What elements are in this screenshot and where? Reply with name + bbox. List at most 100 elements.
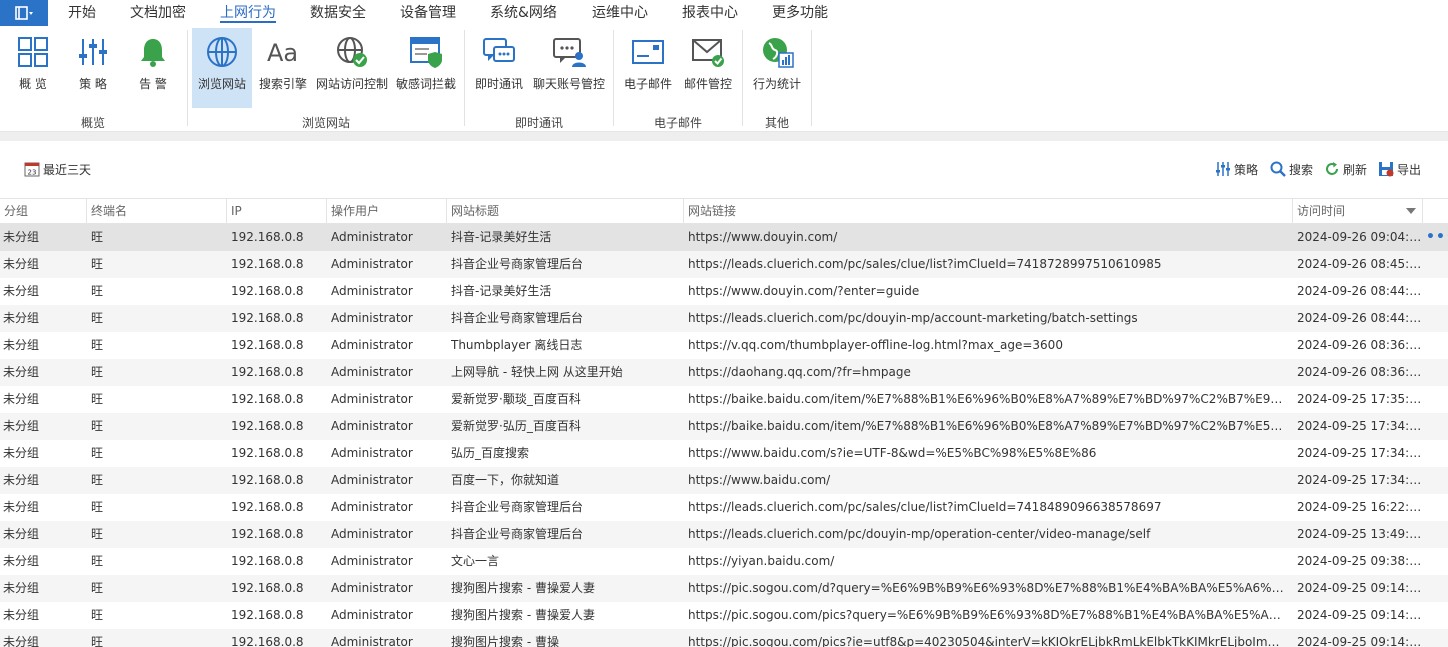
table-row[interactable]: 未分组 旺 192.168.0.8 Administrator 文心一言 https://… — [0, 548, 1448, 575]
table-row[interactable]: 未分组 旺 192.168.0.8 Administrator 抖音企业号商家管理后台 h… — [0, 494, 1448, 521]
cell-terminal: 旺 — [91, 527, 104, 541]
cell-visit-time: 2024-09-25 17:34:17 — [1297, 419, 1422, 433]
table-row[interactable]: 未分组 旺 192.168.0.8 Administrator 爱新觉罗·弘历_百度百科… — [0, 413, 1448, 440]
column-header-site-title[interactable]: 网站标题 — [447, 199, 684, 223]
sliders-icon — [73, 32, 113, 72]
date-range-selector[interactable]: 23 最近三天 — [24, 161, 91, 177]
cell-visit-time: 2024-09-25 17:35:19 — [1297, 392, 1422, 406]
email-button[interactable]: 电子邮件 — [620, 28, 676, 108]
cell-terminal: 旺 — [91, 257, 104, 271]
cell-site-title: 上网导航 - 轻快上网 从这里开始 — [451, 365, 623, 379]
chat-account-control-label: 聊天账号管控 — [532, 77, 605, 91]
cell-user: Administrator — [331, 257, 413, 271]
cell-group: 未分组 — [3, 257, 40, 271]
menu-bar: 开始 文档加密 上网行为 数据安全 设备管理 系统&网络 运维中心 报表中心 更… — [0, 0, 1448, 26]
group-label-email: 电子邮件 — [653, 116, 702, 130]
browse-website-button[interactable]: 浏览网站 — [192, 28, 252, 108]
tab-ops-center[interactable]: 运维中心 — [592, 3, 648, 23]
tab-data-security[interactable]: 数据安全 — [310, 3, 366, 23]
cell-group: 未分组 — [3, 230, 40, 244]
cell-visit-time: 2024-09-25 16:22:45 — [1297, 500, 1422, 514]
sort-descending-icon[interactable] — [1406, 208, 1416, 214]
table-row[interactable]: 未分组 旺 192.168.0.8 Administrator 爱新觉罗·颙琰_百度百科… — [0, 386, 1448, 413]
cell-group: 未分组 — [3, 419, 40, 433]
table-row[interactable]: 未分组 旺 192.168.0.8 Administrator 抖音-记录美好生活 htt… — [0, 278, 1448, 305]
cell-terminal: 旺 — [91, 581, 104, 595]
toolbar-refresh-button[interactable]: 刷新 — [1324, 161, 1367, 177]
cell-group: 未分组 — [3, 635, 40, 647]
table-row[interactable]: 未分组 旺 192.168.0.8 Administrator 百度一下，你就知道 htt… — [0, 467, 1448, 494]
cell-site-title: 搜狗图片搜索 - 曹操爱人妻 — [451, 608, 595, 622]
table-row[interactable]: 未分组 旺 192.168.0.8 Administrator 抖音-记录美好生活 htt… — [0, 224, 1448, 251]
toolbar-export-button[interactable]: 导出 — [1378, 161, 1421, 177]
table-row[interactable]: 未分组 旺 192.168.0.8 Administrator 抖音企业号商家管理后台 h… — [0, 305, 1448, 332]
cell-user: Administrator — [331, 446, 413, 460]
globe-chart-icon — [757, 32, 797, 72]
row-more-icon[interactable]: ••• — [1426, 224, 1448, 251]
sensitive-word-block-button[interactable]: 敏感词拦截 — [394, 28, 458, 108]
cell-ip: 192.168.0.8 — [231, 554, 304, 568]
table-row[interactable]: 未分组 旺 192.168.0.8 Administrator 抖音企业号商家管理后台 h… — [0, 521, 1448, 548]
tab-internet-behavior[interactable]: 上网行为 — [220, 3, 276, 23]
cell-group: 未分组 — [3, 581, 40, 595]
cell-visit-time: 2024-09-25 17:34:09 — [1297, 473, 1422, 487]
group-label-overview: 概览 — [80, 116, 105, 130]
group-separator — [613, 30, 614, 126]
email-control-button[interactable]: 邮件管控 — [680, 28, 736, 108]
cell-user: Administrator — [331, 635, 413, 647]
table-row[interactable]: 未分组 旺 192.168.0.8 Administrator 弘历_百度搜索 https… — [0, 440, 1448, 467]
browser-shield-icon — [406, 32, 446, 72]
website-access-control-button[interactable]: 网站访问控制 — [314, 28, 390, 108]
cell-ip: 192.168.0.8 — [231, 230, 304, 244]
cell-site-title: 爱新觉罗·颙琰_百度百科 — [451, 392, 581, 406]
table-row[interactable]: 未分组 旺 192.168.0.8 Administrator 搜狗图片搜索 - 曹操爱… — [0, 602, 1448, 629]
cell-ip: 192.168.0.8 — [231, 608, 304, 622]
cell-site-title: 抖音企业号商家管理后台 — [451, 257, 584, 271]
tab-report-center[interactable]: 报表中心 — [682, 3, 738, 23]
toolbar-policy-button[interactable]: 策略 — [1215, 161, 1258, 177]
table-row[interactable]: 未分组 旺 192.168.0.8 Administrator 抖音企业号商家管理后台 h… — [0, 251, 1448, 278]
search-engine-button[interactable]: Aa 搜索引擎 — [256, 28, 310, 108]
column-header-ip[interactable]: IP — [227, 199, 327, 223]
column-header-site-url[interactable]: 网站链接 — [684, 199, 1293, 223]
overview-button[interactable]: 概 览 — [10, 28, 56, 108]
alarm-button[interactable]: 告 警 — [130, 28, 176, 108]
calendar-day: 23 — [28, 169, 37, 177]
table-row[interactable]: 未分组 旺 192.168.0.8 Administrator 搜狗图片搜索 - 曹操爱… — [0, 575, 1448, 602]
policy-button[interactable]: 策 略 — [70, 28, 116, 108]
table-row[interactable]: 未分组 旺 192.168.0.8 Administrator 上网导航 - 轻快上网 … — [0, 359, 1448, 386]
alarm-label: 告 警 — [139, 77, 167, 91]
chat-user-icon — [549, 32, 589, 72]
svg-text:Aa: Aa — [267, 39, 298, 67]
cell-site-url: https://www.douyin.com/ — [688, 230, 838, 244]
tab-doc-encrypt[interactable]: 文档加密 — [130, 3, 186, 23]
column-header-user[interactable]: 操作用户 — [327, 199, 447, 223]
tab-more-features[interactable]: 更多功能 — [772, 3, 828, 23]
tab-system-network[interactable]: 系统&网络 — [490, 3, 557, 23]
instant-messaging-button[interactable]: 即时通讯 — [472, 28, 526, 108]
column-header-group[interactable]: 分组 — [0, 199, 87, 223]
cell-site-url: https://pic.sogou.com/pics?ie=utf8&p=402… — [688, 635, 1285, 647]
chat-account-control-button[interactable]: 聊天账号管控 — [530, 28, 608, 108]
cell-site-title: 抖音企业号商家管理后台 — [451, 527, 584, 541]
cell-group: 未分组 — [3, 338, 40, 352]
tab-device-management[interactable]: 设备管理 — [400, 3, 456, 23]
cell-site-url: https://leads.cluerich.com/pc/douyin-mp/… — [688, 311, 1138, 325]
column-header-terminal[interactable]: 终端名 — [87, 199, 227, 223]
toolbar-search-button[interactable]: 搜索 — [1270, 161, 1313, 177]
cell-ip: 192.168.0.8 — [231, 257, 304, 271]
cell-site-url: https://www.baidu.com/s?ie=UTF-8&wd=%E5%… — [688, 446, 1097, 460]
cell-user: Administrator — [331, 365, 413, 379]
tab-start[interactable]: 开始 — [68, 3, 96, 23]
cell-site-title: 搜狗图片搜索 - 曹操爱人妻 — [451, 581, 595, 595]
toolbar-search-label: 搜索 — [1289, 162, 1314, 177]
column-header-visit-time[interactable]: 访问时间 — [1293, 199, 1423, 223]
browse-website-label: 浏览网站 — [197, 77, 246, 91]
behavior-statistics-button[interactable]: 行为统计 — [750, 28, 804, 108]
cell-terminal: 旺 — [91, 446, 104, 460]
table-row[interactable]: 未分组 旺 192.168.0.8 Administrator Thumbplayer … — [0, 332, 1448, 359]
table-row[interactable]: 未分组 旺 192.168.0.8 Administrator 搜狗图片搜索 - 曹操 h… — [0, 629, 1448, 647]
app-menu-button[interactable] — [0, 0, 48, 26]
email-label: 电子邮件 — [623, 77, 672, 91]
cell-group: 未分组 — [3, 284, 40, 298]
